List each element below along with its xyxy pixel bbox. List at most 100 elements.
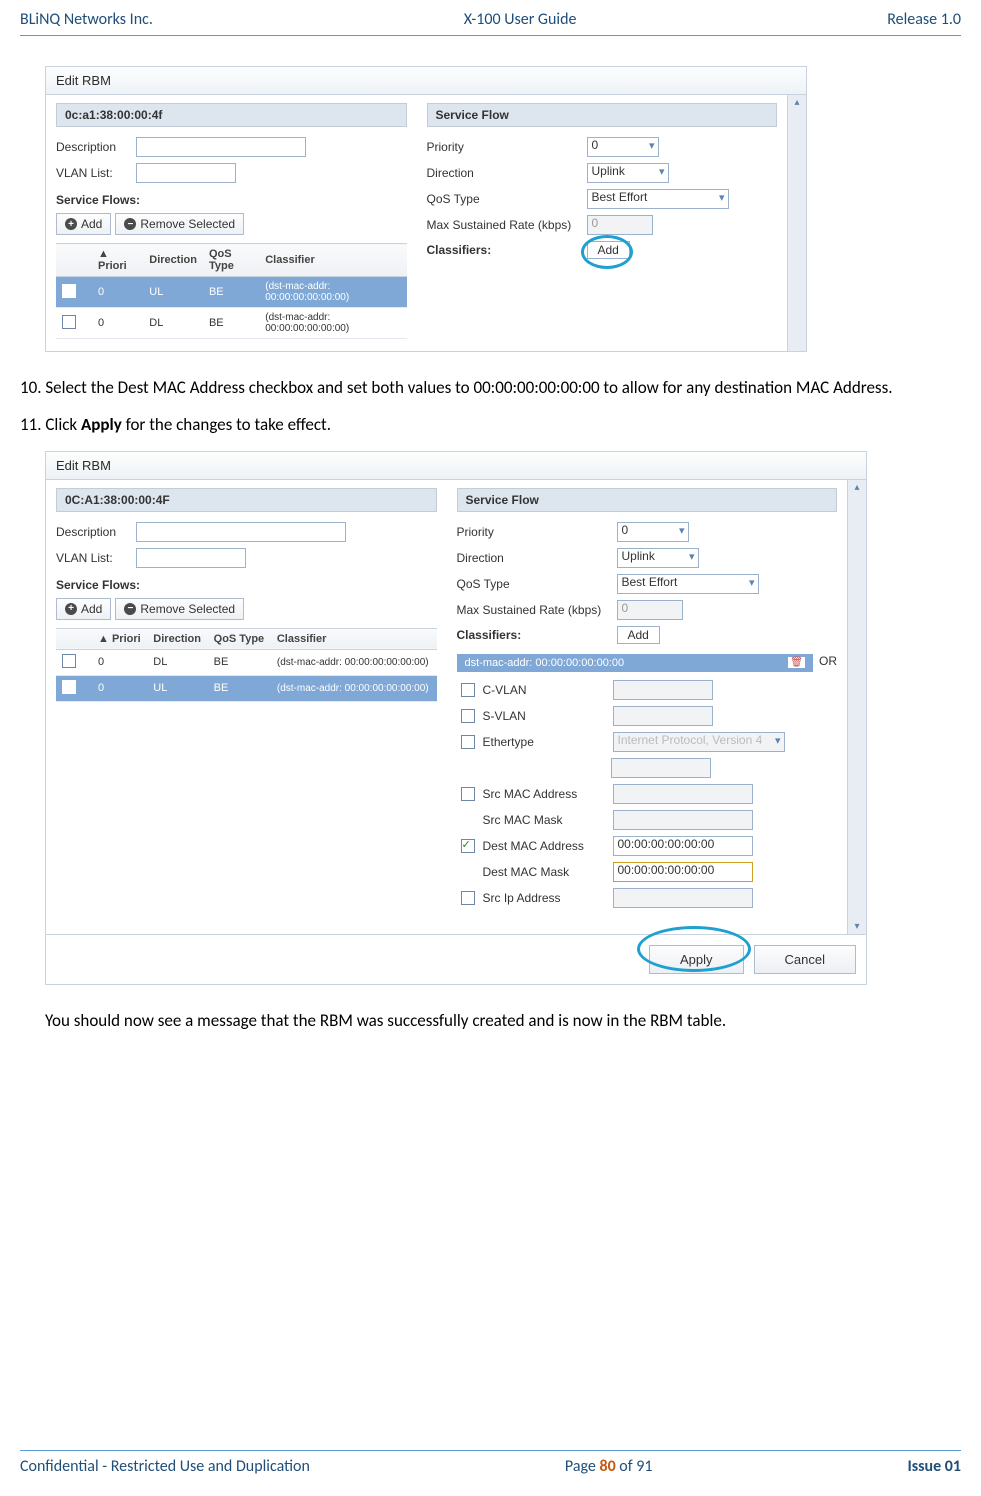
direction-select[interactable]: Uplink	[617, 548, 699, 568]
or-label: OR	[819, 654, 837, 668]
cancel-button[interactable]: Cancel	[754, 945, 856, 974]
vlan-label: VLAN List:	[56, 551, 136, 565]
vlan-input[interactable]	[136, 163, 236, 183]
svlan-input	[613, 706, 713, 726]
col-direction[interactable]: Direction	[143, 244, 203, 277]
result-text: You should now see a message that the RB…	[45, 1010, 961, 1033]
vlan-input[interactable]	[136, 548, 246, 568]
add-button[interactable]: +Add	[56, 213, 111, 235]
qos-select[interactable]: Best Effort	[617, 574, 759, 594]
classifier-entry[interactable]: dst-mac-addr: 00:00:00:00:00:00 🗑	[457, 654, 814, 672]
priority-select[interactable]: 0	[617, 522, 689, 542]
srcip-label: Src Ip Address	[483, 891, 613, 905]
step-10-text: 10. Select the Dest MAC Address checkbox…	[20, 377, 961, 400]
cvlan-label: C-VLAN	[483, 683, 613, 697]
classifiers-label: Classifiers:	[457, 628, 617, 642]
srcmask-label: Src MAC Mask	[483, 813, 613, 827]
footer-center: Page 80 of 91	[565, 1457, 653, 1476]
scrollbar[interactable]: ▴ ▾	[847, 480, 866, 934]
header-left: BLiNQ Networks Inc.	[20, 10, 153, 29]
priority-label: Priority	[457, 525, 617, 539]
scroll-up-icon[interactable]: ▴	[794, 97, 799, 108]
table-row[interactable]: 0 UL BE (dst-mac-addr: 00:00:00:00:00:00…	[56, 277, 407, 308]
dstmac-label: Dest MAC Address	[483, 839, 613, 853]
mac-address-header: 0c:a1:38:00:00:4f	[56, 103, 407, 127]
window-title: Edit RBM	[46, 67, 806, 95]
apply-button[interactable]: Apply	[649, 945, 744, 974]
screenshot-1: Edit RBM 0c:a1:38:00:00:4f Description V…	[45, 66, 807, 352]
service-flows-label: Service Flows:	[56, 193, 407, 207]
cvlan-checkbox[interactable]	[461, 683, 475, 697]
header-center: X-100 User Guide	[464, 10, 577, 29]
rate-label: Max Sustained Rate (kbps)	[457, 603, 617, 617]
table-row[interactable]: 0 DL BE (dst-mac-addr: 00:00:00:00:00:00…	[56, 649, 437, 675]
plus-icon: +	[65, 603, 77, 615]
description-input[interactable]	[136, 137, 306, 157]
minus-icon: −	[124, 218, 136, 230]
step-11-text: 11. Click Apply for the changes to take …	[20, 414, 961, 437]
svlan-label: S-VLAN	[483, 709, 613, 723]
screenshot-2: Edit RBM 0C:A1:38:00:00:4F Description V…	[45, 451, 867, 985]
mac-address-header: 0C:A1:38:00:00:4F	[56, 488, 437, 512]
scrollbar[interactable]: ▴	[787, 95, 806, 351]
service-flow-table: ▲ Priori Direction QoS Type Classifier 0…	[56, 628, 437, 702]
page-header: BLiNQ Networks Inc. X-100 User Guide Rel…	[20, 10, 961, 36]
service-flows-label: Service Flows:	[56, 578, 437, 592]
row-checkbox[interactable]	[62, 680, 76, 694]
header-right: Release 1.0	[887, 10, 961, 29]
minus-icon: −	[124, 603, 136, 615]
table-row[interactable]: 0 DL BE (dst-mac-addr: 00:00:00:00:00:00…	[56, 308, 407, 339]
qos-label: QoS Type	[457, 577, 617, 591]
footer-right: Issue 01	[907, 1457, 961, 1476]
col-classifier[interactable]: Classifier	[271, 628, 437, 649]
srcmask-input	[613, 810, 753, 830]
row-checkbox[interactable]	[62, 654, 76, 668]
ethertype-label: Ethertype	[483, 735, 613, 749]
table-row[interactable]: 0 UL BE (dst-mac-addr: 00:00:00:00:00:00…	[56, 675, 437, 701]
ethertype-checkbox[interactable]	[461, 735, 475, 749]
scroll-down-icon[interactable]: ▾	[854, 921, 859, 932]
ethertype-select: Internet Protocol, Version 4	[613, 732, 785, 752]
col-qos[interactable]: QoS Type	[203, 244, 259, 277]
dstmac-checkbox[interactable]	[461, 839, 475, 853]
classifiers-label: Classifiers:	[427, 243, 587, 257]
srcip-checkbox[interactable]	[461, 891, 475, 905]
dstmac-input[interactable]: 00:00:00:00:00:00	[613, 836, 753, 856]
direction-label: Direction	[457, 551, 617, 565]
scroll-up-icon[interactable]: ▴	[854, 482, 859, 493]
rate-input: 0	[587, 215, 653, 235]
svlan-checkbox[interactable]	[461, 709, 475, 723]
qos-select[interactable]: Best Effort	[587, 189, 729, 209]
classifier-add-button[interactable]: Add	[617, 626, 660, 644]
add-button[interactable]: +Add	[56, 598, 111, 620]
qos-label: QoS Type	[427, 192, 587, 206]
col-priority[interactable]: ▲ Priori	[92, 628, 147, 649]
window-title: Edit RBM	[46, 452, 866, 480]
row-checkbox[interactable]	[62, 315, 76, 329]
col-qos[interactable]: QoS Type	[208, 628, 271, 649]
priority-label: Priority	[427, 140, 587, 154]
rate-label: Max Sustained Rate (kbps)	[427, 218, 587, 232]
vlan-label: VLAN List:	[56, 166, 136, 180]
col-priority[interactable]: ▲ Priori	[92, 244, 143, 277]
direction-label: Direction	[427, 166, 587, 180]
remove-selected-button[interactable]: −Remove Selected	[115, 213, 244, 235]
delete-icon[interactable]: 🗑	[788, 657, 805, 668]
ethertype-extra-input	[611, 758, 711, 778]
srcmac-checkbox[interactable]	[461, 787, 475, 801]
dstmask-input[interactable]: 00:00:00:00:00:00	[613, 862, 753, 882]
row-checkbox[interactable]	[62, 284, 76, 298]
priority-select[interactable]: 0	[587, 137, 659, 157]
classifier-add-button[interactable]: Add	[587, 241, 630, 259]
col-direction[interactable]: Direction	[147, 628, 207, 649]
col-classifier[interactable]: Classifier	[259, 244, 406, 277]
service-flow-header: Service Flow	[427, 103, 778, 127]
remove-selected-button[interactable]: −Remove Selected	[115, 598, 244, 620]
service-flow-header: Service Flow	[457, 488, 838, 512]
srcmac-label: Src MAC Address	[483, 787, 613, 801]
direction-select[interactable]: Uplink	[587, 163, 669, 183]
description-input[interactable]	[136, 522, 346, 542]
page-footer: Confidential - Restricted Use and Duplic…	[20, 1450, 961, 1476]
service-flow-table: ▲ Priori Direction QoS Type Classifier 0…	[56, 243, 407, 339]
rate-input: 0	[617, 600, 683, 620]
